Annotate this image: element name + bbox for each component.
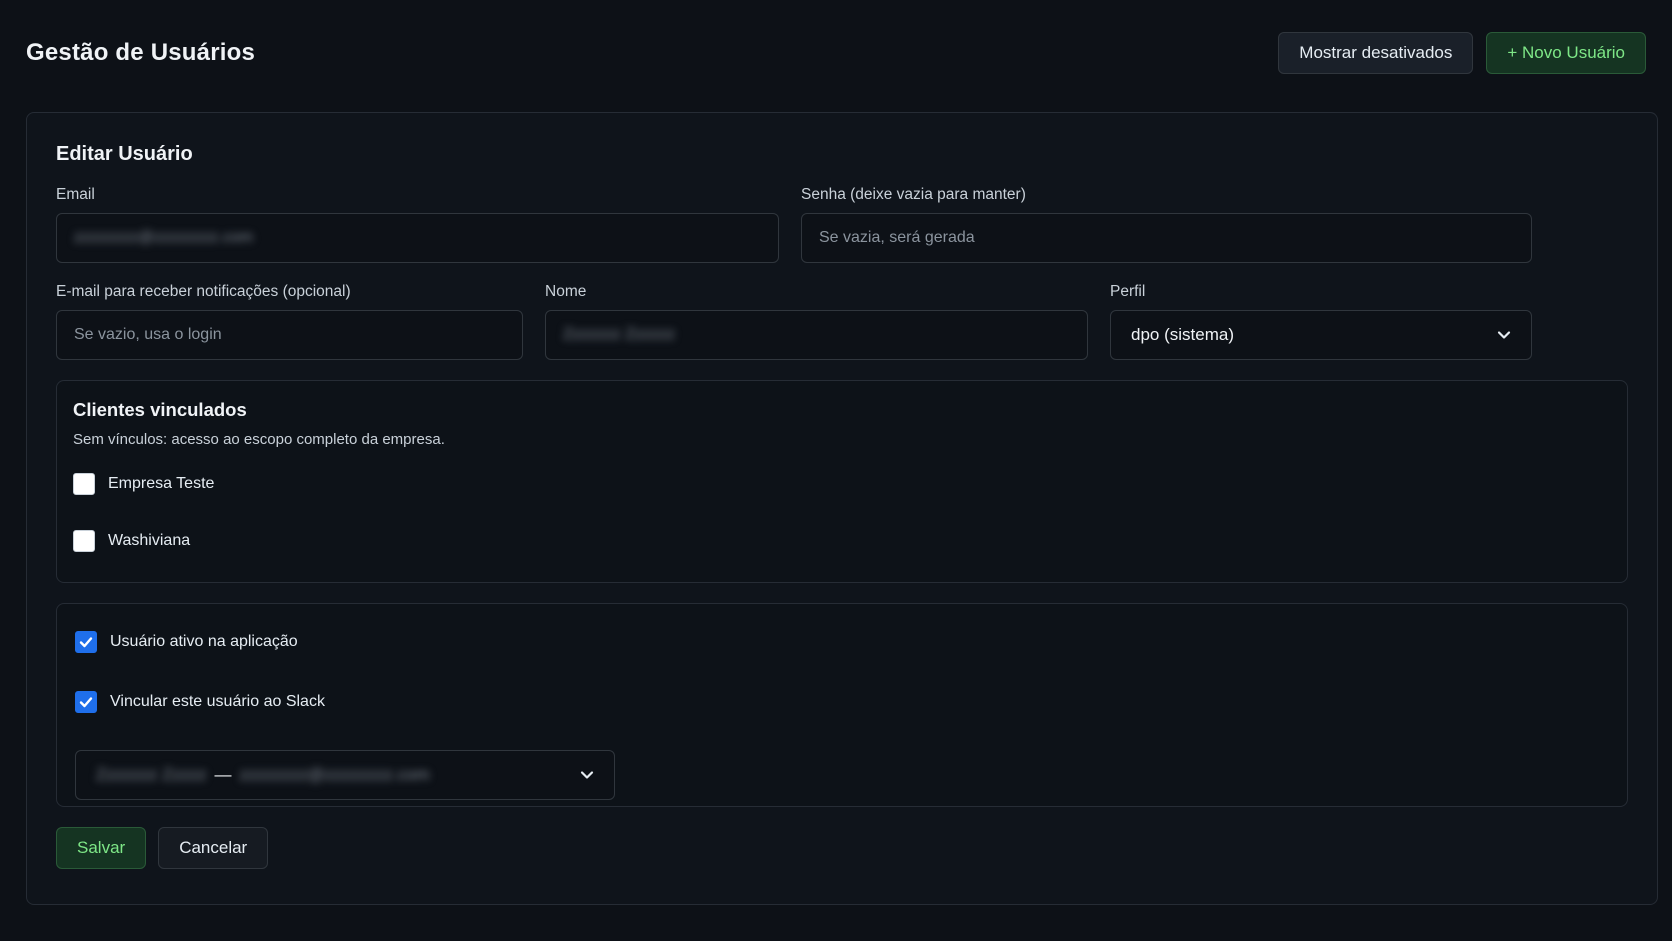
slack-user-separator: —	[214, 765, 232, 784]
user-management-page: Gestão de Usuários Mostrar desativados +…	[0, 0, 1672, 941]
notify-email-input[interactable]: Se vazio, usa o login	[56, 310, 523, 360]
profile-field-group: Perfil dpo (sistema)	[1110, 283, 1532, 360]
form-title: Editar Usuário	[56, 143, 193, 165]
name-field-group: Nome Zzzzzzz Zzzzzz	[545, 283, 1088, 360]
edit-user-card: Editar Usuário Email zzzzzzzz@zzzzzzzz.c…	[26, 112, 1658, 905]
client-checkbox[interactable]	[73, 530, 95, 552]
slack-user-selected: Zzzzzzz Zzzzz — zzzzzzzz@zzzzzzzz.com	[96, 765, 430, 785]
password-label: Senha (deixe vazia para manter)	[801, 186, 1026, 203]
active-user-option[interactable]: Usuário ativo na aplicação	[75, 630, 1609, 654]
client-item-empresa-teste[interactable]: Empresa Teste	[73, 472, 1611, 496]
password-field-group: Senha (deixe vazia para manter) Se vazia…	[801, 186, 1532, 263]
client-item-washiviana[interactable]: Washiviana	[73, 529, 1611, 553]
notify-email-placeholder: Se vazio, usa o login	[74, 326, 222, 343]
profile-select[interactable]: dpo (sistema)	[1110, 310, 1532, 360]
client-label: Washiviana	[108, 532, 191, 549]
password-input[interactable]: Se vazia, será gerada	[801, 213, 1532, 263]
client-label: Empresa Teste	[108, 475, 215, 492]
page-title: Gestão de Usuários	[26, 39, 256, 66]
linked-clients-description: Sem vínculos: acesso ao escopo completo …	[73, 431, 445, 448]
row-credentials: Email zzzzzzzz@zzzzzzzz.com Senha (deixe…	[56, 186, 1628, 263]
active-user-checkbox[interactable]	[75, 631, 97, 653]
name-label: Nome	[545, 283, 587, 300]
profile-label: Perfil	[1110, 283, 1146, 300]
password-placeholder: Se vazia, será gerada	[819, 229, 975, 246]
active-user-label: Usuário ativo na aplicação	[110, 633, 298, 650]
form-actions: Salvar Cancelar	[56, 827, 1628, 869]
slack-user-email: zzzzzzzz@zzzzzzzz.com	[239, 765, 430, 784]
slack-user-company: Zzzzzzz Zzzzz	[96, 765, 207, 784]
slack-link-label: Vincular este usuário ao Slack	[110, 693, 325, 710]
email-label: Email	[56, 186, 95, 203]
email-value: zzzzzzzz@zzzzzzzz.com	[74, 229, 253, 246]
notify-email-label: E-mail para receber notificações (opcion…	[56, 283, 351, 300]
email-input[interactable]: zzzzzzzz@zzzzzzzz.com	[56, 213, 779, 263]
linked-clients-section: Clientes vinculados Sem vínculos: acesso…	[56, 380, 1628, 583]
top-actions: Mostrar desativados + Novo Usuário	[1278, 32, 1646, 74]
cancel-button[interactable]: Cancelar	[158, 827, 269, 869]
check-icon	[79, 637, 93, 648]
linked-clients-title: Clientes vinculados	[73, 399, 247, 420]
row-details: E-mail para receber notificações (opcion…	[56, 283, 1628, 360]
name-value: Zzzzzzz Zzzzzz	[563, 326, 675, 343]
profile-selected: dpo (sistema)	[1131, 325, 1234, 344]
notify-email-field-group: E-mail para receber notificações (opcion…	[56, 283, 523, 360]
save-button[interactable]: Salvar	[56, 827, 147, 869]
chevron-down-icon	[580, 771, 594, 779]
slack-link-option[interactable]: Vincular este usuário ao Slack	[75, 690, 1609, 714]
chevron-down-icon	[1497, 331, 1511, 339]
email-field-group: Email zzzzzzzz@zzzzzzzz.com	[56, 186, 779, 263]
top-bar: Gestão de Usuários Mostrar desativados +…	[26, 0, 1646, 106]
name-input[interactable]: Zzzzzzz Zzzzzz	[545, 310, 1088, 360]
slack-user-select[interactable]: Zzzzzzz Zzzzz — zzzzzzzz@zzzzzzzz.com	[75, 750, 615, 800]
slack-link-checkbox[interactable]	[75, 691, 97, 713]
new-user-button[interactable]: + Novo Usuário	[1486, 32, 1646, 74]
client-checkbox[interactable]	[73, 473, 95, 495]
show-disabled-button[interactable]: Mostrar desativados	[1278, 32, 1474, 74]
user-options-section: Usuário ativo na aplicação Vincular este…	[56, 603, 1628, 807]
check-icon	[79, 697, 93, 708]
